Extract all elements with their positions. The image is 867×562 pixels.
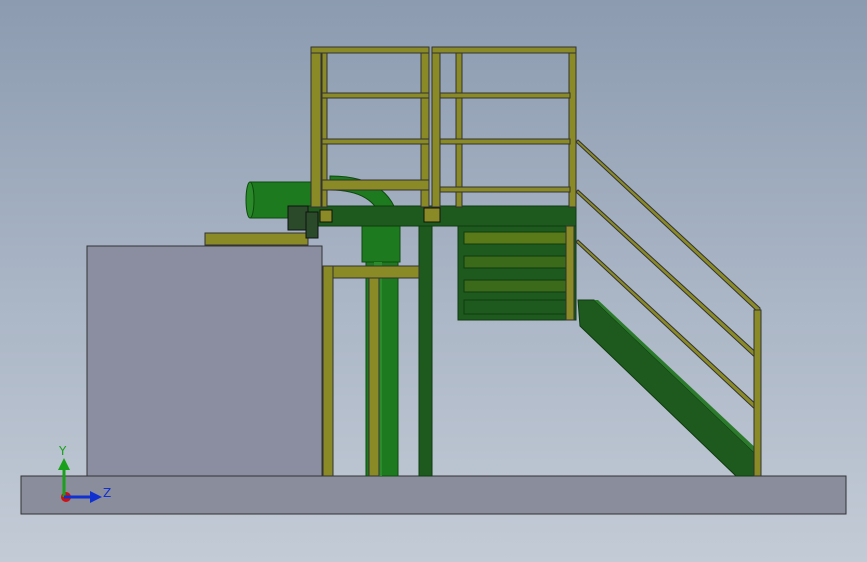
axis-z-label: Z xyxy=(103,486,111,500)
right-railing xyxy=(431,46,577,208)
left-railing xyxy=(310,46,430,208)
tank-top-plate xyxy=(204,232,309,246)
axis-y-label: Y xyxy=(58,444,67,458)
stair-cage xyxy=(457,225,577,321)
cad-viewport[interactable]: Y Z xyxy=(0,0,867,562)
tank-block xyxy=(86,245,323,477)
floor-slab xyxy=(20,475,847,515)
model-view[interactable]: Y Z xyxy=(0,0,867,562)
